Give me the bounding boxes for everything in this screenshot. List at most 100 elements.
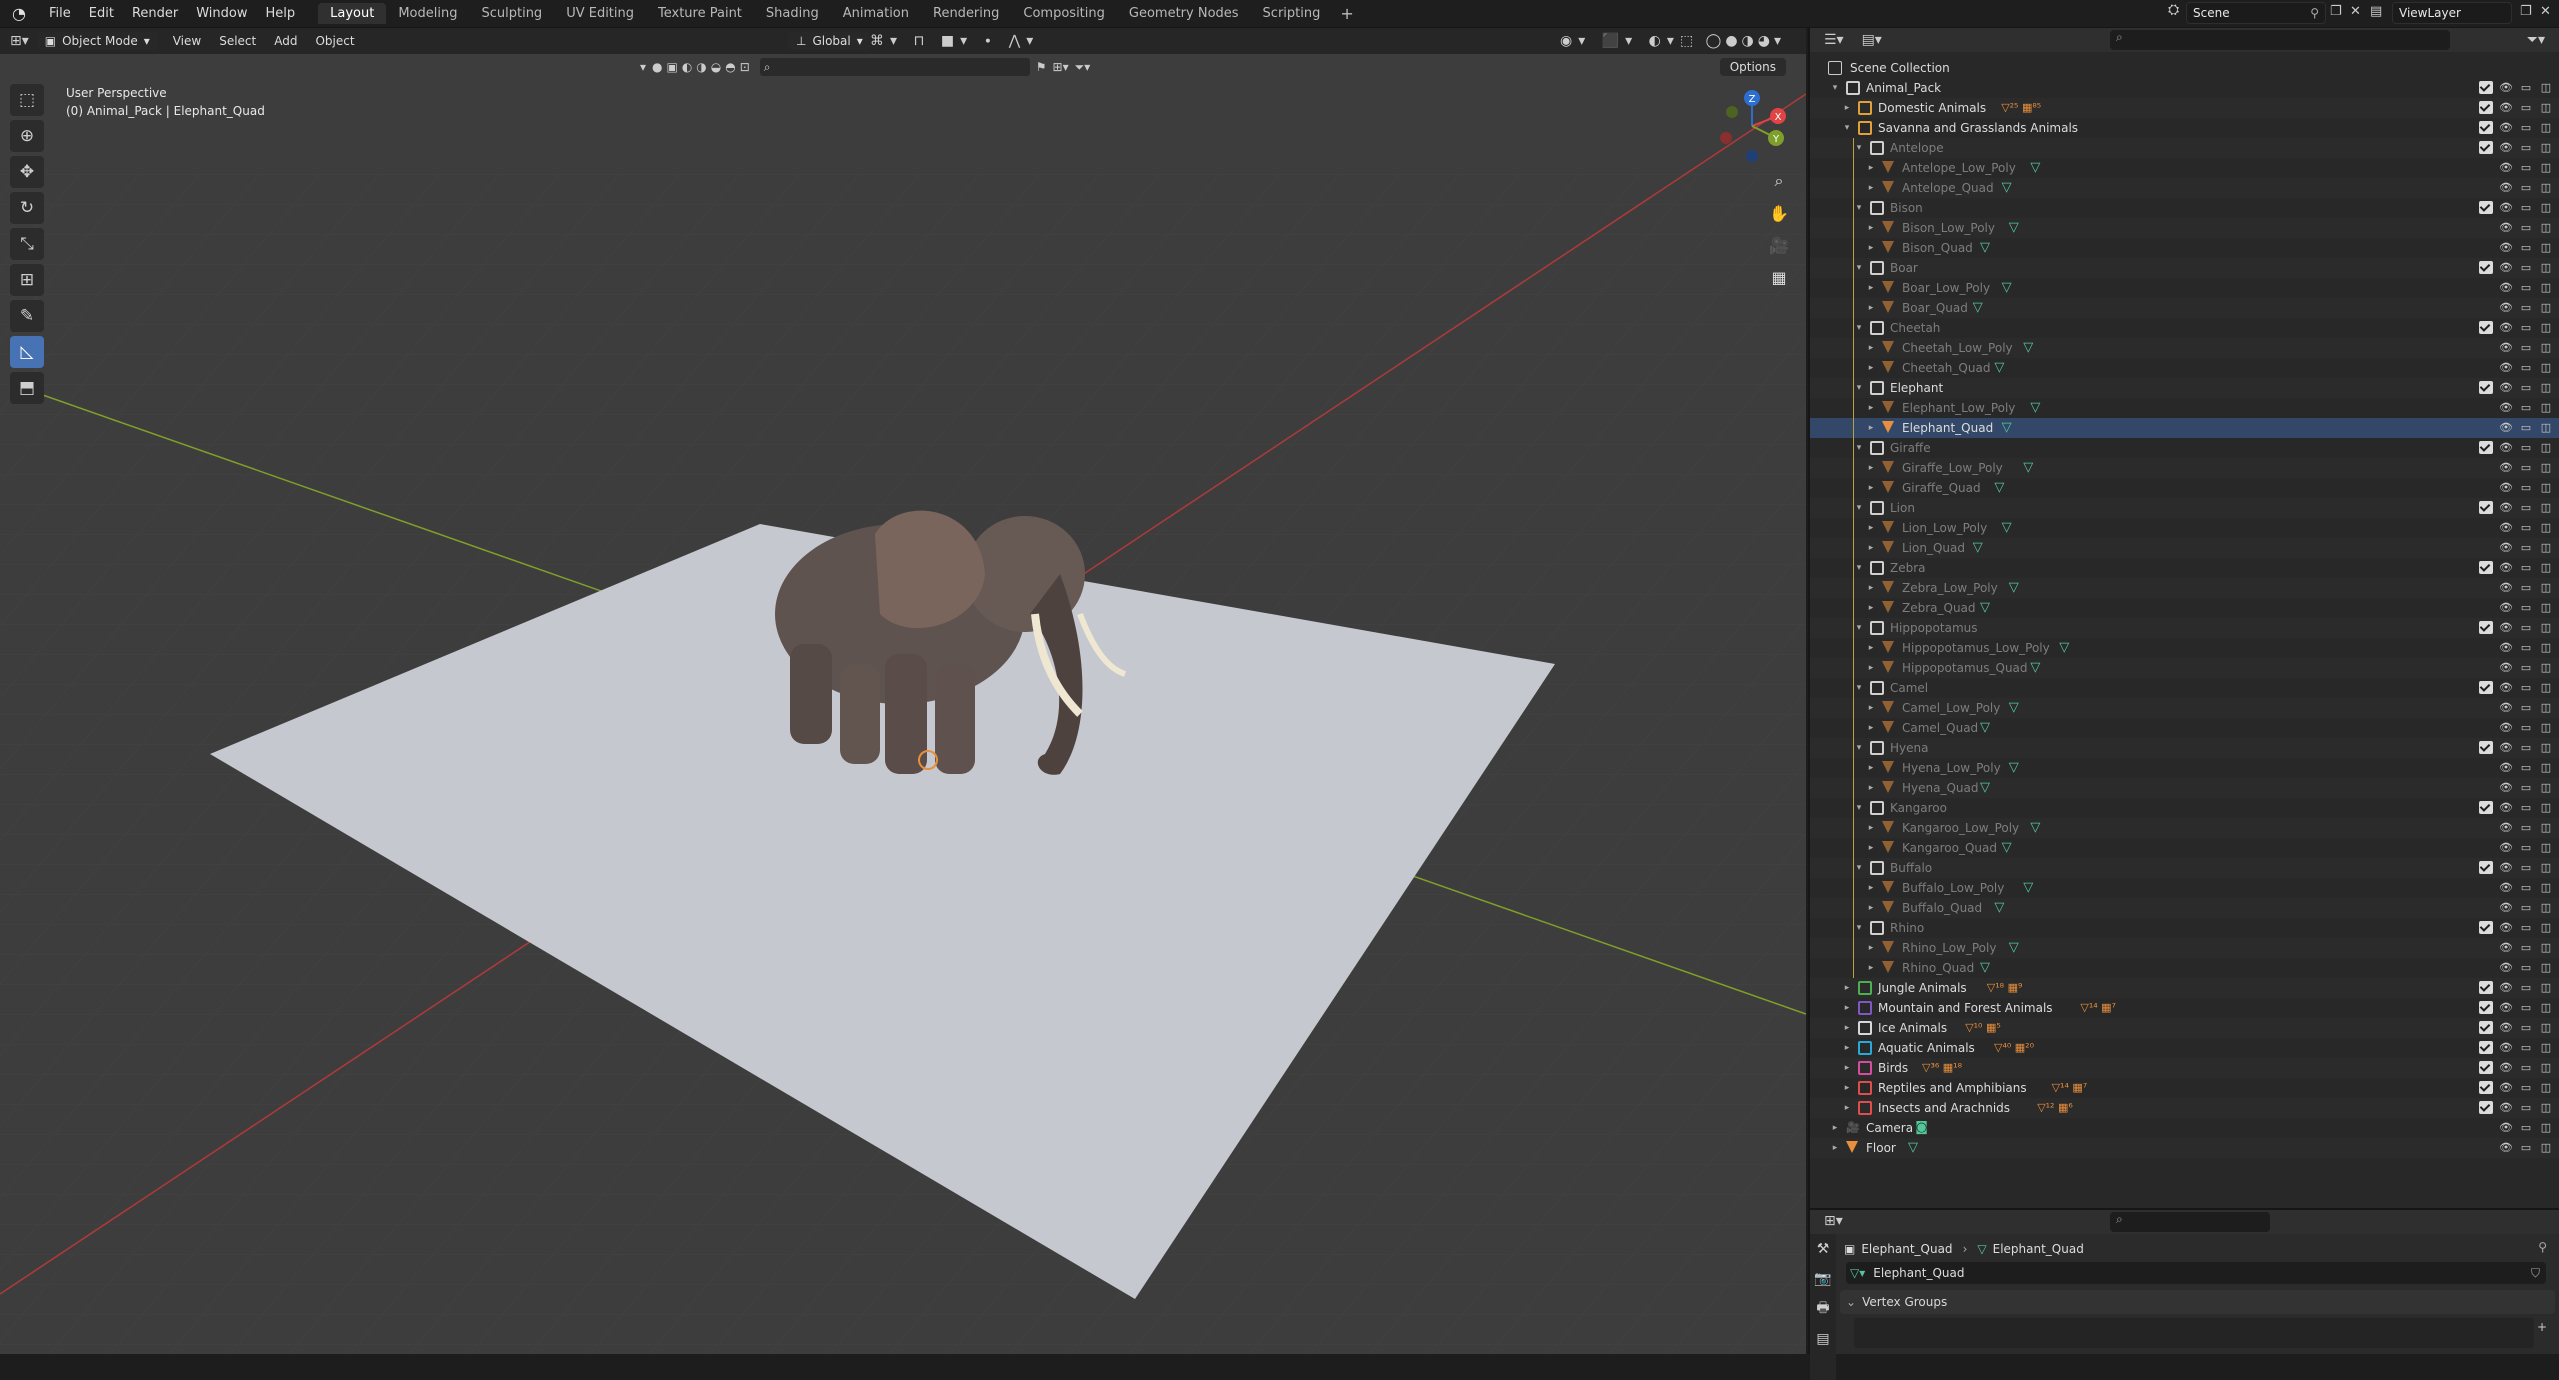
camera-render-icon[interactable]: ◫: [2539, 158, 2553, 178]
eye-icon[interactable]: 👁: [2499, 578, 2513, 598]
chevron-right-icon[interactable]: ▸: [1840, 1018, 1854, 1038]
outliner-search-input[interactable]: ⌕: [2110, 30, 2450, 50]
eye-icon[interactable]: 👁: [2499, 838, 2513, 858]
mesh-data-icon[interactable]: ▽: [2023, 341, 2033, 355]
monitor-icon[interactable]: ▭: [2519, 718, 2533, 738]
monitor-icon[interactable]: ▭: [2519, 418, 2533, 438]
monitor-icon[interactable]: ▭: [2519, 178, 2533, 198]
child-count-icons[interactable]: ▽¹⁰ ▦⁵: [1965, 1018, 2001, 1038]
eye-icon[interactable]: 👁: [2499, 338, 2513, 358]
mesh-data-icon[interactable]: ▽: [2059, 641, 2069, 655]
eye-icon[interactable]: 👁: [2499, 218, 2513, 238]
display-options-icon[interactable]: ⊞▾: [1053, 60, 1069, 74]
mesh-data-icon[interactable]: ▽: [2009, 221, 2019, 235]
view-layer-tab-icon[interactable]: ▤: [1810, 1324, 1836, 1354]
eye-icon[interactable]: 👁: [2499, 938, 2513, 958]
monitor-icon[interactable]: ▭: [2519, 218, 2533, 238]
outliner-row[interactable]: ▾ Lion 👁 ▭ ◫: [1810, 498, 2559, 518]
mesh-data-icon[interactable]: ▽: [2009, 701, 2019, 715]
camera-render-icon[interactable]: ◫: [2539, 778, 2553, 798]
tab-sculpting[interactable]: Sculpting: [469, 3, 554, 24]
camera-render-icon[interactable]: ◫: [2539, 638, 2553, 658]
snap-controls[interactable]: ⌘▾ ⊓ ■▾ ∙ ⋀▾: [870, 33, 1039, 49]
camera-render-icon[interactable]: ◫: [2539, 878, 2553, 898]
chevron-down-icon[interactable]: ▾: [1852, 318, 1866, 338]
menu-help[interactable]: Help: [257, 3, 305, 24]
outliner-row[interactable]: ▸ Hyena_Quad ▽ 👁 ▭ ◫: [1810, 778, 2559, 798]
monitor-icon[interactable]: ▭: [2519, 398, 2533, 418]
camera-render-icon[interactable]: ◫: [2539, 398, 2553, 418]
add-workspace-icon[interactable]: +: [1332, 4, 1361, 23]
child-count-icons[interactable]: ▽¹⁴ ▦⁷: [2052, 1078, 2088, 1098]
eye-icon[interactable]: 👁: [2499, 518, 2513, 538]
viewport-menu-select[interactable]: Select: [210, 34, 265, 48]
chevron-right-icon[interactable]: ▸: [1864, 698, 1878, 718]
add-icon[interactable]: +: [2537, 1320, 2547, 1334]
mesh-data-icon[interactable]: ▽: [1973, 301, 1983, 315]
eye-icon[interactable]: 👁: [2499, 698, 2513, 718]
monitor-icon[interactable]: ▭: [2519, 278, 2533, 298]
monitor-icon[interactable]: ▭: [2519, 638, 2533, 658]
camera-render-icon[interactable]: ◫: [2539, 218, 2553, 238]
chevron-right-icon[interactable]: ▸: [1864, 158, 1878, 178]
outliner-row[interactable]: ▾ Zebra 👁 ▭ ◫: [1810, 558, 2559, 578]
eye-icon[interactable]: 👁: [2499, 898, 2513, 918]
viewport-search-input[interactable]: ⌕: [759, 58, 1030, 76]
mesh-data-icon[interactable]: ▽: [1980, 721, 1990, 735]
object-filter-icons[interactable]: ●▣◐◑◒◓⊡: [652, 60, 754, 74]
chevron-down-icon[interactable]: ▾: [640, 60, 646, 74]
outliner-row[interactable]: ▾ Kangaroo 👁 ▭ ◫: [1810, 798, 2559, 818]
eye-icon[interactable]: 👁: [2499, 238, 2513, 258]
outliner-row[interactable]: ▸ Mountain and Forest Animals ▽¹⁴ ▦⁷ 👁 ▭ ◫: [1810, 998, 2559, 1018]
mesh-data-icon[interactable]: ▽: [2002, 421, 2012, 435]
outliner-row[interactable]: ▾ Bison 👁 ▭ ◫: [1810, 198, 2559, 218]
chevron-down-icon[interactable]: ▾: [1852, 618, 1866, 638]
camera-render-icon[interactable]: ◫: [2539, 538, 2553, 558]
outliner-row[interactable]: ▾ Animal_Pack 👁 ▭ ◫: [1810, 78, 2559, 98]
chevron-right-icon[interactable]: ▸: [1840, 1038, 1854, 1058]
viewport-menu-add[interactable]: Add: [265, 34, 306, 48]
chevron-right-icon[interactable]: ▸: [1864, 518, 1878, 538]
monitor-icon[interactable]: ▭: [2519, 878, 2533, 898]
mesh-data-icon[interactable]: ▽: [1980, 781, 1990, 795]
outliner-row[interactable]: ▾ Buffalo 👁 ▭ ◫: [1810, 858, 2559, 878]
chevron-right-icon[interactable]: ▸: [1864, 478, 1878, 498]
chevron-down-icon[interactable]: ▾: [1852, 498, 1866, 518]
eye-icon[interactable]: 👁: [2499, 158, 2513, 178]
eye-icon[interactable]: 👁: [2499, 758, 2513, 778]
child-count-icons[interactable]: ▽¹⁸ ▦⁹: [1987, 978, 2023, 998]
monitor-icon[interactable]: ▭: [2519, 778, 2533, 798]
eye-icon[interactable]: 👁: [2499, 418, 2513, 438]
outliner-row[interactable]: ▸ Boar_Low_Poly ▽ 👁 ▭ ◫: [1810, 278, 2559, 298]
outliner-row[interactable]: ▸ Hyena_Low_Poly ▽ 👁 ▭ ◫: [1810, 758, 2559, 778]
menu-edit[interactable]: Edit: [80, 3, 123, 24]
mesh-data-icon[interactable]: ▽: [1980, 961, 1990, 975]
mesh-data-icon[interactable]: ▽: [2030, 821, 2040, 835]
chevron-right-icon[interactable]: ▸: [1864, 958, 1878, 978]
output-tab-icon[interactable]: 🖶: [1810, 1294, 1836, 1324]
chevron-right-icon[interactable]: ▸: [1864, 838, 1878, 858]
child-count-icons[interactable]: ▽¹⁴ ▦⁷: [2080, 998, 2116, 1018]
camera-render-icon[interactable]: ◫: [2539, 358, 2553, 378]
mesh-data-icon[interactable]: ▽: [2002, 521, 2012, 535]
eye-icon[interactable]: 👁: [2499, 598, 2513, 618]
viewlayer-new-icon[interactable]: ❐: [2520, 4, 2532, 19]
outliner-row[interactable]: ▾ Giraffe 👁 ▭ ◫: [1810, 438, 2559, 458]
camera-render-icon[interactable]: ◫: [2539, 458, 2553, 478]
rotate-icon[interactable]: ↻: [10, 192, 44, 224]
chevron-right-icon[interactable]: ▸: [1864, 778, 1878, 798]
mesh-name-field[interactable]: ▽▾ Elephant_Quad ⛉: [1846, 1262, 2546, 1284]
chevron-right-icon[interactable]: ▸: [1828, 1138, 1842, 1158]
bookmark-icon[interactable]: ⚑: [1036, 60, 1047, 74]
outliner-row[interactable]: ▾ Rhino 👁 ▭ ◫: [1810, 918, 2559, 938]
mesh-data-icon[interactable]: ▽: [1994, 901, 2004, 915]
filter-icon[interactable]: ⏷▾: [1075, 60, 1091, 75]
mesh-data-icon[interactable]: ▽: [2009, 581, 2019, 595]
outliner-row[interactable]: ▸ Buffalo_Low_Poly ▽ 👁 ▭ ◫: [1810, 878, 2559, 898]
tab-animation[interactable]: Animation: [831, 3, 921, 24]
eye-icon[interactable]: 👁: [2499, 1138, 2513, 1158]
outliner-row[interactable]: ▸ Jungle Animals ▽¹⁸ ▦⁹ 👁 ▭ ◫: [1810, 978, 2559, 998]
elephant-model[interactable]: [775, 510, 1127, 775]
chevron-down-icon[interactable]: ▾: [1852, 438, 1866, 458]
tab-geometry-nodes[interactable]: Geometry Nodes: [1117, 3, 1251, 24]
